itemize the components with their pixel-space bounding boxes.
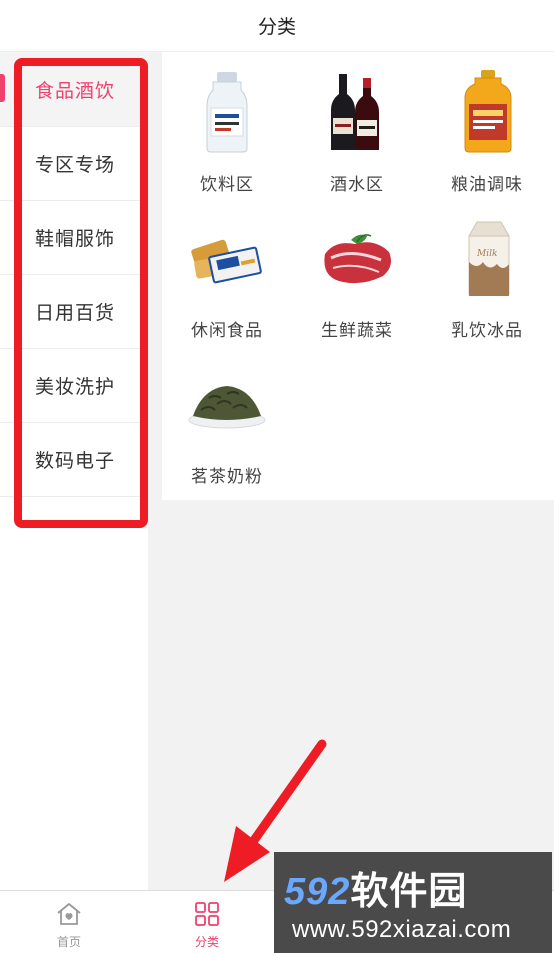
category-label: 生鲜蔬菜: [321, 321, 393, 340]
category-item-tea-milk-powder[interactable]: 茗茶奶粉: [162, 344, 292, 486]
category-item-drinks[interactable]: 饮料区: [162, 52, 292, 194]
category-label: 乳饮冰品: [451, 321, 523, 340]
snack-biscuit-icon: [191, 239, 262, 284]
oil-bottle-icon: [464, 70, 512, 153]
watermark-brand: 592软件园: [284, 860, 548, 915]
category-item-grain-oil[interactable]: 粮油调味: [422, 52, 552, 194]
tab-label: 分类: [194, 935, 219, 949]
page-title: 分类: [257, 17, 296, 38]
watermark-cn: 软件园: [350, 871, 468, 913]
sidebar-item-label: 专区专场: [35, 154, 116, 176]
sidebar-item-digital[interactable]: 数码电子: [0, 422, 148, 496]
watermark-logo: 592软件园 www.592xiazai.com: [274, 852, 552, 953]
sidebar-item-label: 食品酒饮: [35, 80, 116, 102]
category-grid: 饮料区 酒水区 粮油调味 休闲食品 生鲜蔬菜 Milk 乳饮冰品 茗茶奶粉: [162, 52, 554, 500]
sidebar-item-apparel[interactable]: 鞋帽服饰: [0, 200, 148, 274]
sidebar-item-beauty[interactable]: 美妆洗护: [0, 348, 148, 422]
tab-label: 首页: [56, 935, 81, 949]
category-label: 粮油调味: [451, 175, 523, 194]
tab-category[interactable]: 分类: [138, 891, 276, 953]
sidebar-item-food-drinks[interactable]: 食品酒饮: [0, 52, 148, 126]
category-item-fresh[interactable]: 生鲜蔬菜: [292, 198, 422, 340]
top-header: 分类: [0, 0, 554, 52]
home-icon: [57, 903, 81, 925]
sidebar-item-daily-goods[interactable]: 日用百货: [0, 274, 148, 348]
sidebar-item-label: 日用百货: [35, 302, 116, 324]
sidebar-item-label: 数码电子: [35, 450, 116, 472]
tab-home[interactable]: 首页: [0, 891, 138, 953]
category-sidebar: 食品酒饮 专区专场 鞋帽服饰 日用百货 美妆洗护 数码电子: [0, 52, 148, 890]
category-item-wine[interactable]: 酒水区: [292, 52, 422, 194]
water-bottle-icon: [206, 72, 248, 153]
category-label: 酒水区: [330, 175, 384, 194]
sidebar-item-label: 美妆洗护: [35, 376, 116, 398]
sidebar-item-label: 鞋帽服饰: [35, 228, 116, 250]
tea-leaves-icon: [188, 386, 266, 429]
category-label: 休闲食品: [191, 321, 263, 340]
watermark-url: www.592xiazai.com: [292, 916, 512, 943]
category-item-dairy[interactable]: Milk 乳饮冰品: [422, 198, 552, 340]
wine-bottles-icon: [331, 74, 379, 150]
category-item-snacks[interactable]: 休闲食品: [162, 198, 292, 340]
sidebar-item-special-zone[interactable]: 专区专场: [0, 126, 148, 200]
grid-icon: [195, 902, 219, 926]
watermark-number: 592: [284, 871, 351, 913]
category-label: 饮料区: [200, 175, 254, 194]
category-label: 茗茶奶粉: [191, 467, 263, 486]
raw-meat-icon: [324, 234, 391, 284]
svg-text:Milk: Milk: [476, 249, 497, 259]
milk-carton-icon: Milk: [468, 221, 510, 296]
divider: [0, 496, 148, 497]
active-indicator: [0, 74, 5, 102]
